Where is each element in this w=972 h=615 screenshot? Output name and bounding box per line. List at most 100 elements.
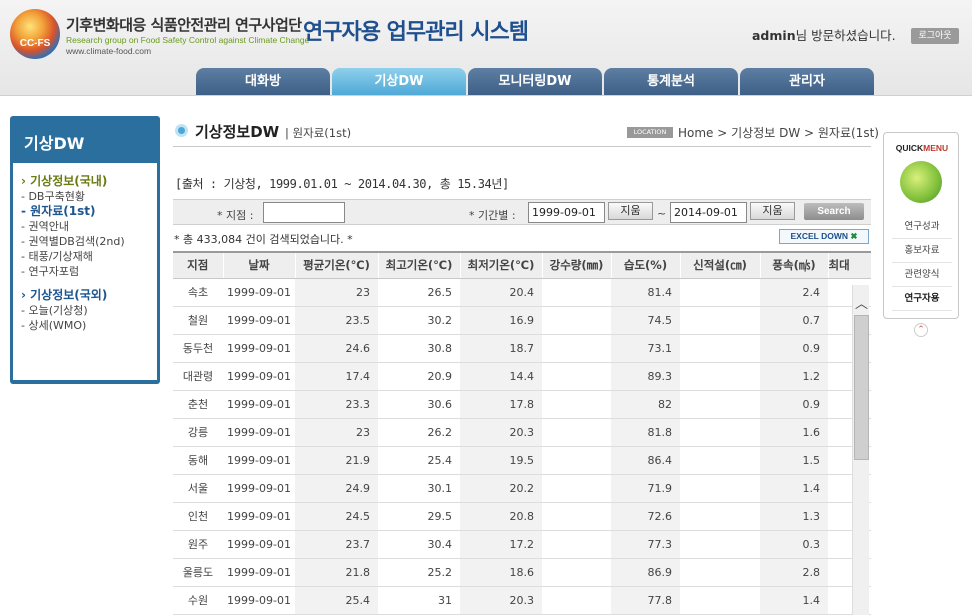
table-scrollbar[interactable]: ︿ — [852, 285, 869, 615]
cell-station: 철원 — [173, 306, 223, 335]
sidebar-item-typhoon[interactable]: - 태풍/기상재해 — [21, 249, 157, 264]
cell-date: 1999-09-01 — [223, 502, 295, 531]
col-header-avg-temp[interactable]: 평균기온(℃) — [295, 251, 379, 279]
col-header-min-temp[interactable]: 최저기온(℃) — [460, 251, 543, 279]
cell-snow — [680, 502, 760, 531]
col-header-humidity[interactable]: 습도(%) — [611, 251, 681, 279]
cell-snow — [680, 306, 760, 335]
col-header-station[interactable]: 지점 — [173, 251, 224, 279]
nav-tab-chat[interactable]: 대화방 — [196, 68, 330, 95]
quick-menu-top-icon[interactable]: ⌃ — [914, 323, 928, 337]
table-row[interactable]: 수원 1999-09-01 25.4 31 20.3 77.8 1.4 — [173, 586, 871, 615]
nav-tab-weather-dw[interactable]: 기상DW — [332, 68, 466, 95]
cell-precip — [542, 502, 611, 531]
cell-precip — [542, 418, 611, 447]
system-title: 연구자용 업무관리 시스템 — [303, 20, 529, 45]
quick-menu-items: 연구성과 홍보자료 관련양식 연구자용 — [892, 215, 952, 311]
cell-avg-temp: 25.4 — [295, 586, 378, 615]
org-url: www.climate-food.com — [66, 46, 152, 56]
sidebar-category-overseas[interactable]: › 기상정보(국외) — [21, 287, 157, 303]
table-row[interactable]: 동두천 1999-09-01 24.6 30.8 18.7 73.1 0.9 — [173, 334, 871, 363]
sidebar-item-region-guide[interactable]: - 권역안내 — [21, 219, 157, 234]
nav-tab-admin[interactable]: 관리자 — [740, 68, 874, 95]
cell-wind: 0.3 — [760, 530, 828, 559]
table-row[interactable]: 대관령 1999-09-01 17.4 20.9 14.4 89.3 1.2 — [173, 362, 871, 391]
station-input[interactable] — [263, 202, 345, 223]
clear-start-button[interactable]: 지움 — [608, 202, 653, 220]
cell-snow — [680, 390, 760, 419]
cell-precip — [542, 278, 611, 307]
cell-wind: 1.6 — [760, 418, 828, 447]
quick-item-forms[interactable]: 관련양식 — [892, 263, 952, 287]
cell-min-temp: 20.2 — [460, 474, 542, 503]
quick-item-research-results[interactable]: 연구성과 — [892, 215, 952, 239]
end-date-input[interactable] — [670, 202, 747, 223]
welcome-message: admin님 방문하셨습니다. — [752, 25, 896, 44]
cell-wind: 1.5 — [760, 446, 828, 475]
table-row[interactable]: 속초 1999-09-01 23 26.5 20.4 81.4 2.4 — [173, 278, 871, 307]
org-title: 기후변화대응 식품안전관리 연구사업단 — [66, 16, 302, 34]
table-row[interactable]: 원주 1999-09-01 23.7 30.4 17.2 77.3 0.3 — [173, 530, 871, 559]
cell-humidity: 73.1 — [611, 334, 680, 363]
cell-snow — [680, 474, 760, 503]
table-row[interactable]: 동해 1999-09-01 21.9 25.4 19.5 86.4 1.5 — [173, 446, 871, 475]
col-header-max-wind[interactable]: 최대 — [828, 251, 871, 279]
cell-max-temp: 30.2 — [378, 306, 460, 335]
logo-globe-icon[interactable] — [10, 9, 60, 59]
cell-station: 동두천 — [173, 334, 223, 363]
col-header-date[interactable]: 날짜 — [223, 251, 296, 279]
cell-avg-temp: 21.9 — [295, 446, 378, 475]
table-row[interactable]: 강릉 1999-09-01 23 26.2 20.3 81.8 1.6 — [173, 418, 871, 447]
cell-max-temp: 25.4 — [378, 446, 460, 475]
table-row[interactable]: 춘천 1999-09-01 23.3 30.6 17.8 82 0.9 — [173, 390, 871, 419]
cell-snow — [680, 446, 760, 475]
clear-end-button[interactable]: 지움 — [750, 202, 795, 220]
weather-data-table: 지점 날짜 평균기온(℃) 최고기온(℃) 최저기온(℃) 강수량(㎜) 습도(… — [173, 251, 871, 615]
col-header-wind[interactable]: 풍속(㎧) — [760, 251, 829, 279]
table-row[interactable]: 울릉도 1999-09-01 21.8 25.2 18.6 86.9 2.8 — [173, 558, 871, 587]
sidebar-category-domestic[interactable]: › 기상정보(국내) — [21, 173, 157, 189]
cell-date: 1999-09-01 — [223, 558, 295, 587]
org-subtitle: Research group on Food Safety Control ag… — [66, 35, 310, 45]
cell-avg-temp: 24.9 — [295, 474, 378, 503]
table-row[interactable]: 서울 1999-09-01 24.9 30.1 20.2 71.9 1.4 — [173, 474, 871, 503]
col-header-max-temp[interactable]: 최고기온(℃) — [378, 251, 461, 279]
cell-humidity: 72.6 — [611, 502, 680, 531]
table-row[interactable]: 인천 1999-09-01 24.5 29.5 20.8 72.6 1.3 — [173, 502, 871, 531]
scroll-up-icon[interactable]: ︿ — [855, 293, 868, 312]
nav-tab-monitoring-dw[interactable]: 모니터링DW — [468, 68, 602, 95]
breadcrumb: Home > 기상정보 DW > 원자료(1st) — [678, 126, 879, 140]
period-tilde: ~ — [657, 207, 667, 220]
col-header-snow[interactable]: 신적설(㎝) — [680, 251, 761, 279]
sidebar-item-raw-data[interactable]: - 원자료(1st) — [21, 204, 157, 219]
data-table-container[interactable]: 지점 날짜 평균기온(℃) 최고기온(℃) 최저기온(℃) 강수량(㎜) 습도(… — [173, 251, 871, 615]
nav-tab-statistics[interactable]: 통계분석 — [604, 68, 738, 95]
sidebar-item-forum[interactable]: - 연구자포럼 — [21, 264, 157, 279]
quick-item-researcher[interactable]: 연구자용 — [892, 287, 952, 311]
col-header-precip[interactable]: 강수량(㎜) — [542, 251, 612, 279]
cell-humidity: 86.9 — [611, 558, 680, 587]
logout-button[interactable]: 로그아웃 — [911, 28, 959, 44]
quick-item-promo-materials[interactable]: 홍보자료 — [892, 239, 952, 263]
excel-download-button[interactable]: EXCEL DOWN ✖ — [779, 229, 869, 244]
cell-station: 춘천 — [173, 390, 223, 419]
cell-min-temp: 18.6 — [460, 558, 542, 587]
cell-station: 서울 — [173, 474, 223, 503]
scroll-thumb[interactable] — [854, 315, 869, 460]
cell-wind: 1.3 — [760, 502, 828, 531]
main-nav: 대화방 기상DW 모니터링DW 통계분석 관리자 — [196, 68, 874, 95]
cell-station: 강릉 — [173, 418, 223, 447]
start-date-input[interactable] — [528, 202, 605, 223]
cell-min-temp: 18.7 — [460, 334, 542, 363]
filter-bar: * 지점 : * 기간별 : 지움 ~ 지움 Search — [173, 199, 871, 225]
excel-download-label: EXCEL DOWN — [790, 231, 848, 241]
sidebar-item-db-status[interactable]: - DB구축현황 — [21, 189, 157, 204]
table-row[interactable]: 철원 1999-09-01 23.5 30.2 16.9 74.5 0.7 — [173, 306, 871, 335]
sidebar-item-regional-db[interactable]: - 권역별DB검색(2nd) — [21, 234, 157, 249]
cell-max-temp: 30.6 — [378, 390, 460, 419]
cell-snow — [680, 278, 760, 307]
sidebar-item-wmo[interactable]: - 상세(WMO) — [21, 318, 157, 333]
search-button[interactable]: Search — [804, 203, 864, 220]
sidebar-item-today[interactable]: - 오늘(기상청) — [21, 303, 157, 318]
cell-precip — [542, 530, 611, 559]
